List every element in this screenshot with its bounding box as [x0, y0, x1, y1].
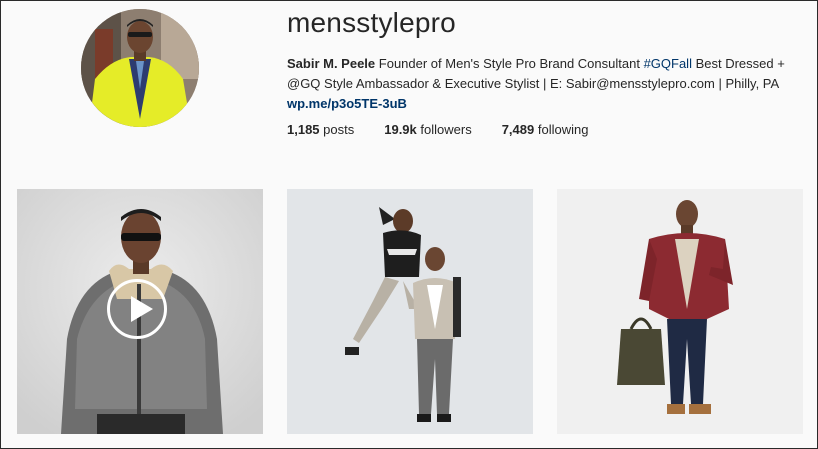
profile-avatar[interactable]: [81, 9, 199, 127]
profile-username: mensstylepro: [287, 7, 456, 38]
post-image-2: [287, 189, 533, 434]
post-tile-video[interactable]: [17, 189, 263, 434]
bio-hashtag-link[interactable]: #GQFall: [644, 56, 692, 71]
profile-full-name: Sabir M. Peele: [287, 56, 376, 71]
profile-website-link[interactable]: wp.me/p3o5TE-3uB: [287, 94, 807, 114]
play-icon[interactable]: [107, 279, 167, 339]
bio-text-1: Founder of Men's Style Pro Brand Consult…: [375, 56, 644, 71]
stat-posts: 1,185 posts: [287, 122, 354, 137]
following-count: 7,489: [501, 122, 535, 137]
posts-count: 1,185: [287, 122, 320, 137]
posts-label: posts: [319, 122, 355, 137]
profile-page: mensstylepro Sabir M. Peele Founder of M…: [0, 0, 818, 449]
stat-following[interactable]: 7,489 following: [502, 122, 589, 137]
stat-followers[interactable]: 19.9k followers: [384, 122, 471, 137]
followers-count: 19.9k: [384, 122, 417, 137]
avatar-image: [81, 9, 199, 127]
profile-bio: Sabir M. Peele Founder of Men's Style Pr…: [287, 54, 807, 114]
followers-label: followers: [416, 122, 472, 137]
following-label: following: [534, 122, 589, 137]
play-triangle: [131, 296, 153, 322]
post-tile-3[interactable]: [557, 189, 803, 434]
profile-stats: 1,185 posts 19.9k followers 7,489 follow…: [287, 122, 618, 137]
post-image-3: [557, 189, 803, 434]
post-tile-2[interactable]: [287, 189, 533, 434]
